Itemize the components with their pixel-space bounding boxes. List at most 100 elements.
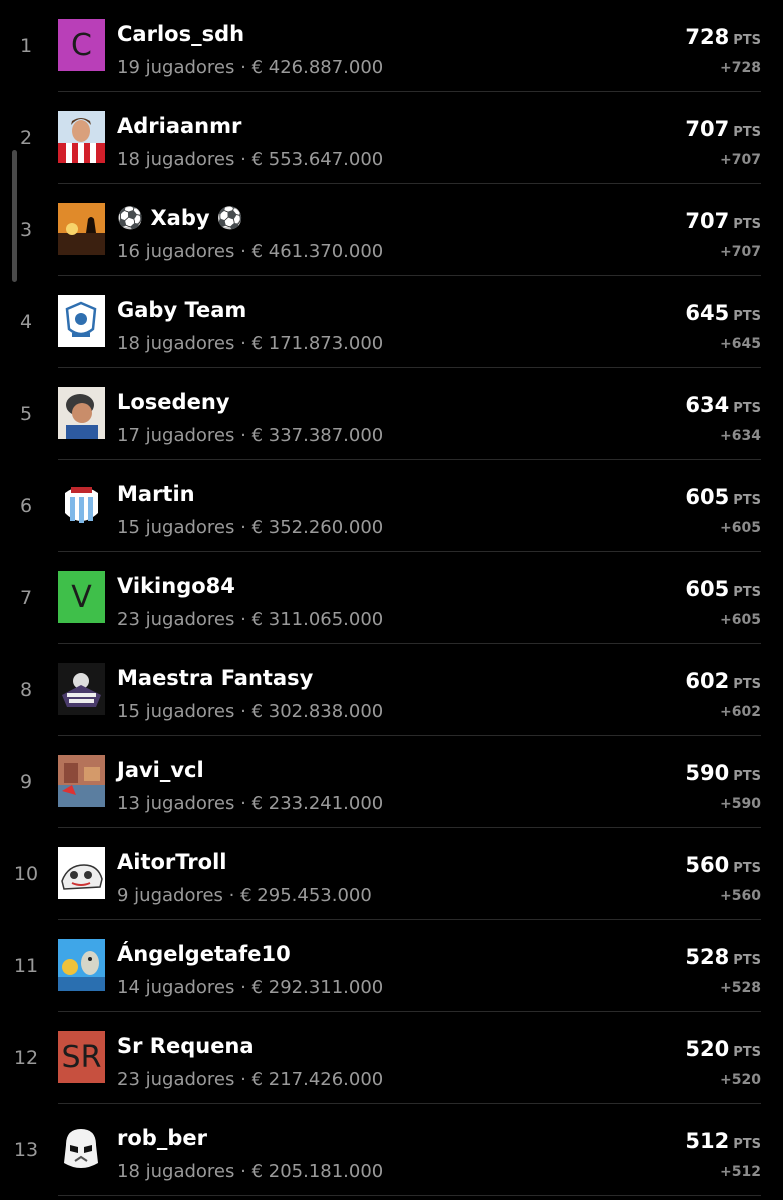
points-delta: +707 (720, 152, 761, 168)
rank-number: 7 (19, 586, 33, 609)
points-label: PTS (733, 1045, 761, 1060)
points-delta: +528 (720, 980, 761, 996)
team-name: Adriaanmr (117, 114, 242, 138)
points: 602 PTS (685, 669, 761, 693)
standings-row[interactable]: 10 AitorTroll 9 jugadores · € 295.453.00… (14, 828, 761, 920)
avatar-letter: C (58, 19, 105, 71)
team-value: € 295.453.000 (240, 885, 372, 906)
avatar: V (58, 571, 105, 623)
player-count: 17 jugadores (117, 425, 235, 446)
rank-number: 6 (19, 494, 33, 517)
points-value: 590 (685, 761, 730, 785)
player-count: 13 jugadores (117, 793, 235, 814)
team-stats: 17 jugadores · € 337.387.000 (117, 425, 384, 446)
points: 605 PTS (685, 485, 761, 509)
team-stats: 23 jugadores · € 311.065.000 (117, 609, 384, 630)
team-stats: 19 jugadores · € 426.887.000 (117, 57, 384, 78)
team-value: € 311.065.000 (251, 609, 384, 630)
team-value: € 302.838.000 (251, 701, 384, 722)
team-name: Gaby Team (117, 298, 247, 322)
striped-shield-icon (58, 479, 105, 531)
team-value: € 352.260.000 (251, 517, 384, 538)
points-label: PTS (733, 493, 761, 508)
team-name: Javi_vcl (117, 758, 204, 782)
standings-row[interactable]: 9 Javi_vcl 13 jugadores · € 233.241.000 … (20, 736, 761, 828)
standings-row[interactable]: 11 Ángelgetafe10 14 jugadores · € 292.31… (14, 920, 761, 1012)
standings-row[interactable]: 5 Losedeny 17 jugadores · € 337.387.000 … (20, 368, 761, 460)
points: 590 PTS (685, 761, 761, 785)
team-value: € 553.647.000 (251, 149, 384, 170)
rank-number: 4 (19, 310, 33, 333)
avatar-letter: V (58, 571, 105, 623)
points-delta: +645 (720, 336, 761, 352)
standings-row[interactable]: 1 C Carlos_sdh 19 jugadores · € 426.887.… (20, 0, 761, 92)
standings-row[interactable]: 4 Gaby Team 18 jugadores · € 171.873.000… (20, 276, 761, 368)
standings-row[interactable]: 8 Maestra Fantasy 15 jugadores · € 302.8… (20, 644, 761, 736)
points-label: PTS (733, 217, 761, 232)
room-photo-icon (58, 755, 105, 807)
points: 707 PTS (685, 209, 761, 233)
player-photo-icon (58, 111, 105, 163)
points-value: 645 (685, 301, 730, 325)
team-value: € 171.873.000 (251, 333, 384, 354)
avatar: C (58, 19, 105, 71)
avatar: SR (58, 1031, 105, 1083)
points-label: PTS (733, 401, 761, 416)
points: 512 PTS (685, 1129, 761, 1153)
team-name: Ángelgetafe10 (117, 942, 291, 966)
rank-number: 12 (13, 1046, 39, 1069)
caricature-icon (58, 387, 105, 439)
points-value: 528 (685, 945, 730, 969)
team-value: € 461.370.000 (251, 241, 384, 262)
standings-row[interactable]: 2 Adriaanmr 18 jugadores · € 553.647.000… (20, 92, 761, 184)
standings-row[interactable]: 13 rob_ber 18 jugadores · € 205.181.000 … (14, 1104, 761, 1196)
team-name: Vikingo84 (117, 574, 235, 598)
standings-row[interactable]: 7 V Vikingo84 23 jugadores · € 311.065.0… (20, 552, 761, 644)
points-label: PTS (733, 125, 761, 140)
standings-row[interactable]: 12 SR Sr Requena 23 jugadores · € 217.42… (14, 1012, 761, 1104)
rank-number: 9 (19, 770, 33, 793)
points: 634 PTS (685, 393, 761, 417)
team-stats: 15 jugadores · € 352.260.000 (117, 517, 384, 538)
points-value: 602 (685, 669, 730, 693)
player-count: 9 jugadores (117, 885, 223, 906)
points-delta: +590 (720, 796, 761, 812)
team-name: Maestra Fantasy (117, 666, 314, 690)
team-value: € 217.426.000 (251, 1069, 384, 1090)
club-crest-icon (58, 295, 105, 347)
standings-row[interactable]: 3 ⚽ Xaby ⚽ 16 jugadores · € 461.370.000 … (20, 184, 761, 276)
team-value: € 205.181.000 (251, 1161, 384, 1182)
points-delta: +520 (720, 1072, 761, 1088)
team-value: € 292.311.000 (251, 977, 384, 998)
player-count: 15 jugadores (117, 701, 235, 722)
points: 560 PTS (685, 853, 761, 877)
team-stats: 18 jugadores · € 205.181.000 (117, 1161, 384, 1182)
points: 728 PTS (685, 25, 761, 49)
team-name: Carlos_sdh (117, 22, 245, 46)
points-label: PTS (733, 309, 761, 324)
team-stats: 13 jugadores · € 233.241.000 (117, 793, 384, 814)
player-count: 15 jugadores (117, 517, 235, 538)
player-count: 23 jugadores (117, 1069, 235, 1090)
points: 520 PTS (685, 1037, 761, 1061)
points-delta: +634 (720, 428, 761, 444)
avatar-letter: SR (58, 1031, 105, 1083)
team-stats: 23 jugadores · € 217.426.000 (117, 1069, 384, 1090)
player-count: 23 jugadores (117, 609, 235, 630)
team-name: Sr Requena (117, 1034, 254, 1058)
rank-number: 2 (19, 126, 33, 149)
points-value: 634 (685, 393, 730, 417)
points-delta: +707 (720, 244, 761, 260)
points-value: 605 (685, 577, 730, 601)
points-delta: +512 (720, 1164, 761, 1180)
points-delta: +602 (720, 704, 761, 720)
points-value: 520 (685, 1037, 730, 1061)
points-value: 707 (685, 117, 730, 141)
team-name: AitorTroll (117, 850, 227, 874)
team-value: € 426.887.000 (251, 57, 384, 78)
points-value: 728 (685, 25, 730, 49)
team-stats: 18 jugadores · € 171.873.000 (117, 333, 384, 354)
rank-number: 11 (13, 954, 39, 977)
standings-row[interactable]: 6 Martin 15 jugadores · € 352.260.000 60… (20, 460, 761, 552)
points-delta: +728 (720, 60, 761, 76)
